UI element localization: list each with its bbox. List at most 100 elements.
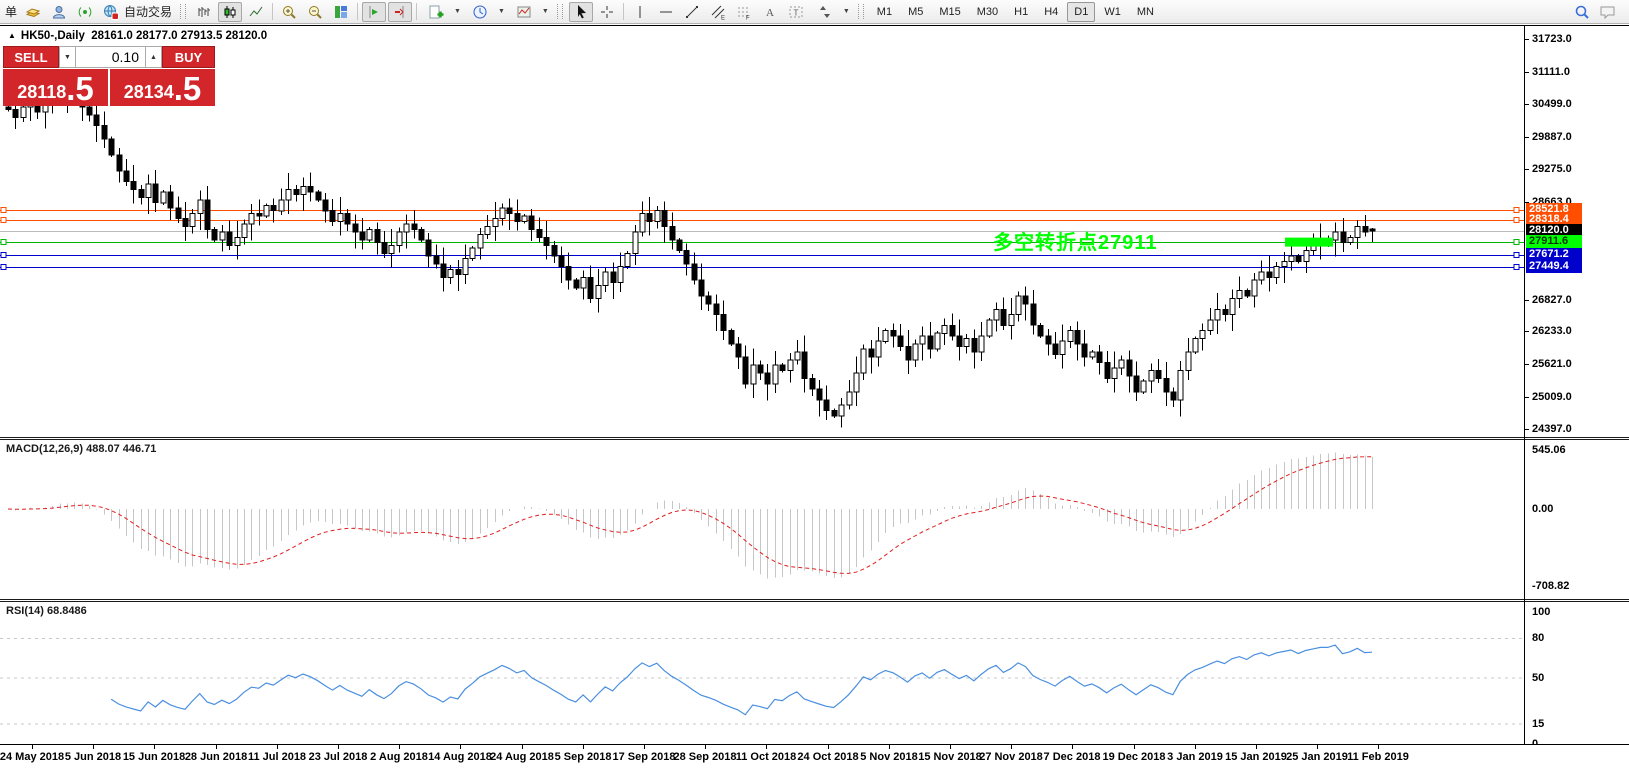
buy-button[interactable]: BUY [162, 46, 215, 68]
price-level-line[interactable] [0, 264, 1524, 270]
timeframe-d1[interactable]: D1 [1067, 1, 1096, 22]
periods-button[interactable]: ▼ [464, 2, 508, 22]
candle [1362, 215, 1369, 237]
auto-trading-button[interactable]: 自动交易 [98, 2, 175, 22]
candle [477, 227, 484, 260]
candle [705, 291, 712, 311]
crosshair-icon[interactable] [595, 2, 619, 22]
candle [1199, 323, 1206, 351]
price-tick-label: 31111.0 [1532, 66, 1570, 78]
fibonacci-icon[interactable]: F [732, 2, 756, 22]
volume-decrease-button[interactable]: ▼ [59, 46, 76, 68]
candle [1037, 323, 1044, 338]
templates-icon [512, 2, 536, 22]
date-tick-mark [1011, 745, 1012, 749]
indicators-icon [424, 2, 448, 22]
trendline-icon[interactable] [680, 2, 704, 22]
price-level-badge[interactable]: 27449.4 [1526, 260, 1582, 273]
search-icon[interactable] [1570, 2, 1594, 22]
date-tick-mark [154, 745, 155, 749]
timeframe-mn[interactable]: MN [1130, 2, 1161, 22]
sell-button[interactable]: SELL [3, 46, 59, 68]
auto-scroll-icon[interactable] [362, 1, 387, 22]
candle [1222, 304, 1229, 322]
horizontal-line-icon[interactable] [654, 2, 678, 22]
date-label: 28 Sep 2018 [673, 751, 737, 763]
volume-input[interactable]: 0.10 [76, 46, 145, 68]
candle [521, 213, 528, 224]
collapse-arrow-icon[interactable]: ▲ [8, 31, 16, 40]
vertical-line-icon[interactable] [628, 2, 652, 22]
community-icon[interactable] [47, 2, 71, 22]
main-chart-pane[interactable]: 多空转折点27911 [0, 26, 1629, 437]
date-tick-mark [1072, 745, 1073, 749]
text-label-icon[interactable]: T [784, 2, 808, 22]
timeframe-h4[interactable]: H4 [1037, 2, 1065, 22]
svg-text:E: E [721, 15, 725, 20]
timeframe-h1[interactable]: H1 [1007, 2, 1035, 22]
chart-shift-icon[interactable] [388, 1, 413, 22]
rsi-pane[interactable]: RSI(14) 68.8486 [0, 602, 1629, 744]
line-chart-icon[interactable] [244, 2, 268, 22]
new-order-button[interactable]: 单 [2, 2, 20, 22]
trend-segment[interactable] [1285, 237, 1333, 247]
price-level-line[interactable] [0, 252, 1524, 258]
candle [794, 340, 801, 365]
buy-price-main: 28134 [123, 82, 174, 102]
date-tick-mark [1256, 745, 1257, 749]
candle [735, 337, 742, 369]
rsi-line [110, 644, 1373, 716]
date-label: 15 Jan 2019 [1225, 751, 1287, 763]
date-label: 24 Aug 2018 [490, 751, 554, 763]
date-tick-mark [1317, 745, 1318, 749]
bar-chart-icon[interactable] [192, 2, 216, 22]
channel-icon[interactable]: E [706, 2, 730, 22]
cursor-icon[interactable] [568, 1, 593, 22]
volume-increase-button[interactable]: ▲ [145, 46, 162, 68]
zoom-in-icon[interactable] [277, 2, 301, 22]
candle [1251, 273, 1258, 308]
annotation-text[interactable]: 多空转折点27911 [993, 226, 1158, 255]
candle [860, 344, 867, 381]
signals-icon[interactable] [73, 2, 97, 22]
timeframe-w1[interactable]: W1 [1097, 2, 1128, 22]
macd-pane[interactable]: MACD(12,26,9) 488.07 446.71 [0, 440, 1629, 599]
date-tick-mark [828, 745, 829, 749]
volume-stepper: ▼ 0.10 ▲ [59, 46, 162, 68]
arrows-button[interactable]: ▼ [809, 2, 853, 22]
timeframe-m15[interactable]: M15 [932, 2, 967, 22]
indicators-button[interactable]: ▼ [420, 2, 464, 22]
candle [189, 208, 196, 234]
timeframe-m5[interactable]: M5 [901, 2, 930, 22]
text-icon[interactable]: A [758, 2, 782, 22]
zoom-out-icon[interactable] [303, 2, 327, 22]
templates-button[interactable]: ▼ [508, 2, 552, 22]
buy-price[interactable]: 28134.5 [110, 69, 215, 106]
tile-windows-icon[interactable] [329, 2, 353, 22]
price-level-line[interactable] [0, 207, 1524, 213]
date-tick-mark [93, 745, 94, 749]
chat-icon[interactable] [1596, 2, 1620, 22]
candle [1347, 235, 1354, 245]
separator [357, 3, 359, 20]
candle [676, 237, 683, 253]
macd-tick-label: 0.00 [1532, 503, 1554, 515]
candle [764, 363, 771, 401]
timeframe-m1[interactable]: M1 [870, 2, 899, 22]
candlestick-chart-icon[interactable] [218, 1, 243, 22]
price-tick-mark [1524, 331, 1529, 332]
candle [1369, 227, 1376, 242]
svg-text:F: F [746, 15, 750, 20]
date-axis[interactable]: 24 May 2018 5 Jun 2018 15 Jun 2018 28 Jun 2… [0, 745, 1629, 770]
history-icon[interactable] [21, 2, 45, 22]
sell-price[interactable]: 28118.5 [3, 69, 108, 106]
candle [1236, 276, 1243, 308]
candle [963, 334, 970, 354]
date-tick-mark [583, 745, 584, 749]
candle [1244, 288, 1251, 299]
candle [1074, 321, 1081, 361]
candle [1133, 361, 1140, 402]
timeframe-m30[interactable]: M30 [970, 2, 1005, 22]
price-level-line[interactable] [0, 217, 1524, 223]
price-level-badge[interactable]: 27911.6 [1526, 235, 1582, 248]
